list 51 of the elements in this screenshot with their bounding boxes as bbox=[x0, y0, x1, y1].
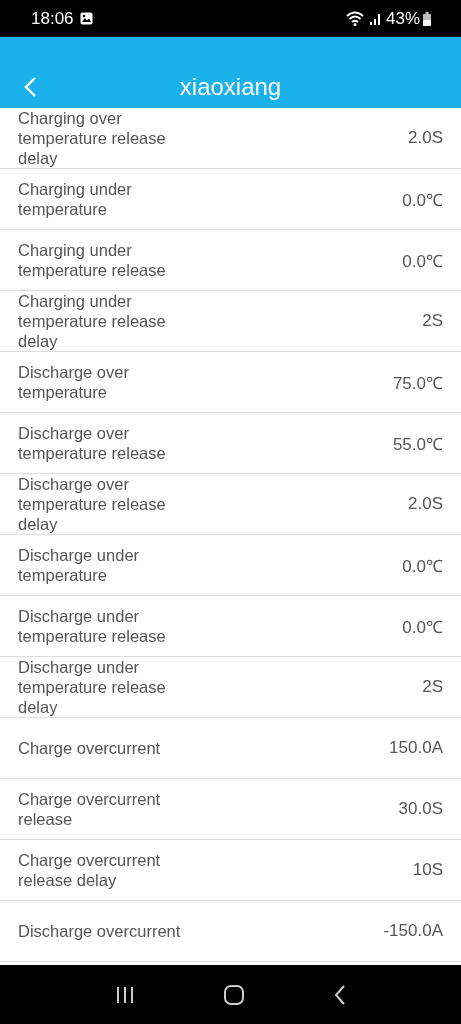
setting-row[interactable]: Charging under temperature 0.0℃ bbox=[0, 169, 461, 230]
setting-label: Discharge under temperature release bbox=[18, 606, 167, 646]
setting-label: Charge overcurrent bbox=[18, 738, 162, 758]
setting-row[interactable]: Discharge over temperature release 55.0℃ bbox=[0, 413, 461, 474]
setting-row[interactable]: Charging under temperature release 0.0℃ bbox=[0, 230, 461, 291]
setting-value: 0.0℃ bbox=[402, 189, 443, 211]
setting-label: Charging under temperature release bbox=[18, 240, 167, 280]
setting-row[interactable]: Charge overcurrent 150.0A bbox=[0, 718, 461, 779]
wifi-icon bbox=[345, 10, 366, 27]
setting-value: 30.0S bbox=[398, 799, 443, 819]
setting-value: 0.0℃ bbox=[402, 250, 443, 272]
setting-value: 75.0℃ bbox=[392, 372, 443, 394]
clock-time: 18:06 bbox=[31, 8, 74, 29]
setting-label: Discharge over temperature release bbox=[18, 423, 167, 463]
setting-row[interactable]: Charge overcurrent release 30.0S bbox=[0, 779, 461, 840]
setting-label: Charging under temperature bbox=[18, 179, 133, 219]
image-icon bbox=[79, 12, 93, 25]
setting-label: Discharge under temperature release delay bbox=[18, 657, 167, 717]
page-title: xiaoxiang bbox=[179, 72, 282, 102]
setting-label: Discharge under temperature bbox=[18, 545, 141, 585]
battery-percentage: 43% bbox=[385, 8, 420, 29]
setting-row[interactable]: Discharge under temperature release delay 2S bbox=[0, 657, 461, 718]
setting-value: 2S bbox=[422, 311, 443, 331]
setting-row[interactable]: Discharge under temperature 0.0℃ bbox=[0, 535, 461, 596]
setting-label: Discharge over temperature release delay bbox=[18, 474, 167, 534]
setting-label: Charge overcurrent release delay bbox=[18, 850, 162, 890]
setting-label: Charge overcurrent release bbox=[18, 789, 162, 829]
setting-value: 0.0℃ bbox=[402, 616, 443, 638]
setting-row[interactable]: Charge overcurrent release delay 10S bbox=[0, 840, 461, 901]
setting-row[interactable]: Discharge under temperature release 0.0℃ bbox=[0, 596, 461, 657]
setting-row[interactable]: Discharge over temperature release delay 2.0S bbox=[0, 474, 461, 535]
setting-value: -150.0A bbox=[383, 921, 443, 941]
setting-row[interactable]: Charging under temperature release delay 2S bbox=[0, 291, 461, 352]
setting-value: 2S bbox=[422, 677, 443, 697]
setting-value: 2.0S bbox=[408, 128, 443, 148]
setting-value: 150.0A bbox=[389, 738, 443, 758]
setting-value: 0.0℃ bbox=[402, 555, 443, 577]
signal-icon bbox=[368, 11, 383, 26]
setting-row[interactable]: Discharge over temperature 75.0℃ bbox=[0, 352, 461, 413]
setting-label: Discharge overcurrent bbox=[18, 921, 182, 941]
setting-row[interactable]: Discharge overcurrent -150.0A bbox=[0, 901, 461, 962]
setting-value: 10S bbox=[412, 860, 443, 880]
setting-label: Charging over temperature release delay bbox=[18, 108, 167, 168]
setting-value: 2.0S bbox=[408, 494, 443, 514]
setting-row[interactable]: Charging over temperature release delay 2.0S bbox=[0, 108, 461, 169]
setting-value: 55.0℃ bbox=[392, 433, 443, 455]
setting-label: Discharge over temperature bbox=[18, 362, 130, 402]
back-icon[interactable] bbox=[333, 983, 348, 1006]
setting-label: Charging under temperature release delay bbox=[18, 291, 167, 351]
battery-icon bbox=[423, 11, 431, 26]
home-icon[interactable] bbox=[223, 983, 246, 1006]
